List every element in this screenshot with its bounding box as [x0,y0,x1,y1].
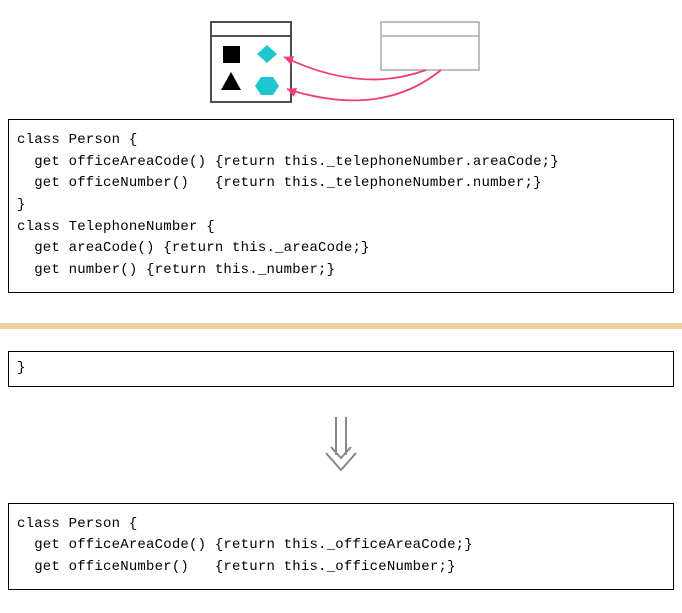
square-icon [223,46,240,63]
arrow-to-hexagon [287,70,441,100]
page-break [0,323,682,329]
code-after: class Person { get officeAreaCode() {ret… [8,503,674,590]
down-arrow-icon [321,415,361,475]
source-box [381,22,479,70]
code-before-part1: class Person { get officeAreaCode() {ret… [8,119,674,293]
transform-arrow-wrap [0,387,682,503]
inline-class-diagram [0,0,682,119]
code-before-part2: } [8,351,674,387]
diagram-svg [181,14,501,109]
